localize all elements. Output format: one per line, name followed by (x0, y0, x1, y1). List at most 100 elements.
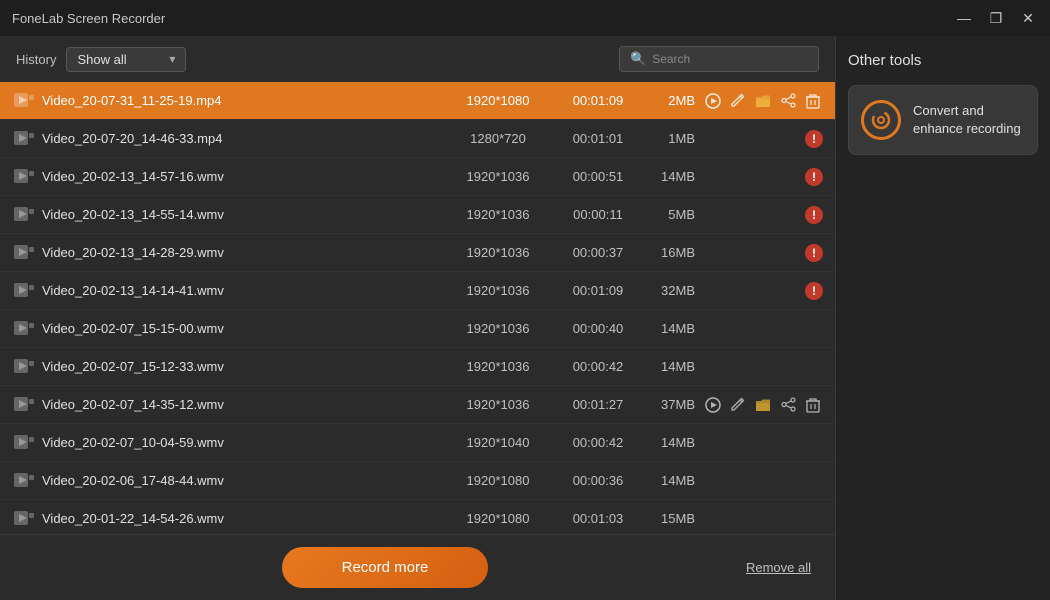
row-size: 37MB (643, 397, 703, 412)
folder-button[interactable] (753, 89, 772, 113)
row-duration: 00:01:09 (553, 93, 643, 108)
row-actions: ! (703, 282, 823, 300)
row-size: 32MB (643, 283, 703, 298)
row-duration: 00:00:42 (553, 435, 643, 450)
history-label: History (16, 52, 56, 67)
window-controls: — ❐ ✕ (950, 7, 1042, 29)
row-actions: ! (703, 244, 823, 262)
search-box[interactable]: 🔍 (619, 46, 819, 72)
table-row[interactable]: Video_20-02-07_15-15-00.wmv1920*103600:0… (0, 310, 835, 348)
row-filename: Video_20-02-13_14-14-41.wmv (42, 283, 443, 298)
left-panel: History Show all ▾ 🔍 Video_20-07-31_11-2… (0, 36, 835, 600)
error-badge: ! (805, 168, 823, 186)
minimize-button[interactable]: — (950, 7, 978, 29)
row-resolution: 1920*1080 (443, 93, 553, 108)
edit-button[interactable] (728, 393, 747, 417)
other-tools-heading: Other tools (848, 52, 1038, 69)
row-size: 14MB (643, 435, 703, 450)
row-size: 14MB (643, 169, 703, 184)
row-resolution: 1920*1040 (443, 435, 553, 450)
main-layout: History Show all ▾ 🔍 Video_20-07-31_11-2… (0, 36, 1050, 600)
table-container: Video_20-07-31_11-25-19.mp41920*108000:0… (0, 82, 835, 534)
row-duration: 00:00:40 (553, 321, 643, 336)
show-all-dropdown[interactable]: Show all ▾ (66, 47, 186, 72)
video-file-icon (12, 93, 36, 109)
table-row[interactable]: Video_20-02-13_14-28-29.wmv1920*103600:0… (0, 234, 835, 272)
delete-button[interactable] (804, 393, 823, 417)
error-badge: ! (805, 282, 823, 300)
share-button[interactable] (779, 393, 798, 417)
table-row[interactable]: Video_20-02-07_15-12-33.wmv1920*103600:0… (0, 348, 835, 386)
table-row[interactable]: Video_20-02-13_14-57-16.wmv1920*103600:0… (0, 158, 835, 196)
tool-label-convert-enhance: Convert and enhance recording (913, 102, 1025, 138)
close-button[interactable]: ✕ (1014, 7, 1042, 29)
video-file-icon (12, 131, 36, 147)
record-more-button[interactable]: Record more (282, 547, 489, 588)
table-row[interactable]: Video_20-02-06_17-48-44.wmv1920*108000:0… (0, 462, 835, 500)
dropdown-value: Show all (77, 52, 126, 67)
tool-icon-convert-enhance (861, 100, 901, 140)
row-duration: 00:01:03 (553, 511, 643, 526)
row-actions (703, 393, 823, 417)
row-size: 14MB (643, 321, 703, 336)
video-file-icon (12, 321, 36, 337)
video-file-icon (12, 397, 36, 413)
row-filename: Video_20-02-07_15-12-33.wmv (42, 359, 443, 374)
delete-button[interactable] (804, 89, 823, 113)
row-resolution: 1920*1036 (443, 283, 553, 298)
search-input[interactable] (652, 52, 808, 66)
table-row[interactable]: Video_20-01-22_14-54-26.wmv1920*108000:0… (0, 500, 835, 534)
play-button[interactable] (703, 393, 722, 417)
table-row[interactable]: Video_20-07-31_11-25-19.mp41920*108000:0… (0, 82, 835, 120)
table-row[interactable]: Video_20-02-13_14-55-14.wmv1920*103600:0… (0, 196, 835, 234)
row-resolution: 1920*1080 (443, 473, 553, 488)
row-actions: ! (703, 130, 823, 148)
row-size: 1MB (643, 131, 703, 146)
folder-button[interactable] (753, 393, 772, 417)
row-resolution: 1920*1036 (443, 397, 553, 412)
row-resolution: 1920*1036 (443, 169, 553, 184)
row-filename: Video_20-02-13_14-57-16.wmv (42, 169, 443, 184)
row-size: 14MB (643, 359, 703, 374)
row-duration: 00:01:01 (553, 131, 643, 146)
video-file-icon (12, 359, 36, 375)
row-actions: ! (703, 206, 823, 224)
row-size: 15MB (643, 511, 703, 526)
table-row[interactable]: Video_20-02-07_14-35-12.wmv1920*103600:0… (0, 386, 835, 424)
video-file-icon (12, 207, 36, 223)
maximize-button[interactable]: ❐ (982, 7, 1010, 29)
row-filename: Video_20-02-07_14-35-12.wmv (42, 397, 443, 412)
play-button[interactable] (703, 89, 722, 113)
row-duration: 00:01:09 (553, 283, 643, 298)
row-filename: Video_20-07-31_11-25-19.mp4 (42, 93, 443, 108)
header-bar: History Show all ▾ 🔍 (0, 36, 835, 82)
row-resolution: 1920*1080 (443, 511, 553, 526)
table-row[interactable]: Video_20-07-20_14-46-33.mp41280*72000:01… (0, 120, 835, 158)
row-actions (703, 89, 823, 113)
edit-button[interactable] (728, 89, 747, 113)
table-row[interactable]: Video_20-02-13_14-14-41.wmv1920*103600:0… (0, 272, 835, 310)
row-duration: 00:01:27 (553, 397, 643, 412)
row-filename: Video_20-02-13_14-28-29.wmv (42, 245, 443, 260)
chevron-down-icon: ▾ (169, 52, 175, 66)
error-badge: ! (805, 244, 823, 262)
row-resolution: 1920*1036 (443, 359, 553, 374)
row-filename: Video_20-02-06_17-48-44.wmv (42, 473, 443, 488)
share-button[interactable] (779, 89, 798, 113)
table-row[interactable]: Video_20-02-07_10-04-59.wmv1920*104000:0… (0, 424, 835, 462)
tools-list: Convert and enhance recording (848, 85, 1038, 155)
row-resolution: 1920*1036 (443, 207, 553, 222)
video-file-icon (12, 245, 36, 261)
row-duration: 00:00:36 (553, 473, 643, 488)
tool-card-convert-enhance[interactable]: Convert and enhance recording (848, 85, 1038, 155)
remove-all-button[interactable]: Remove all (746, 560, 811, 575)
row-duration: 00:00:37 (553, 245, 643, 260)
video-file-icon (12, 169, 36, 185)
app-title: FoneLab Screen Recorder (12, 11, 165, 26)
right-panel: Other tools Convert and enhance recordin… (835, 36, 1050, 600)
row-duration: 00:00:51 (553, 169, 643, 184)
row-resolution: 1920*1036 (443, 245, 553, 260)
row-filename: Video_20-07-20_14-46-33.mp4 (42, 131, 443, 146)
row-filename: Video_20-01-22_14-54-26.wmv (42, 511, 443, 526)
row-size: 16MB (643, 245, 703, 260)
